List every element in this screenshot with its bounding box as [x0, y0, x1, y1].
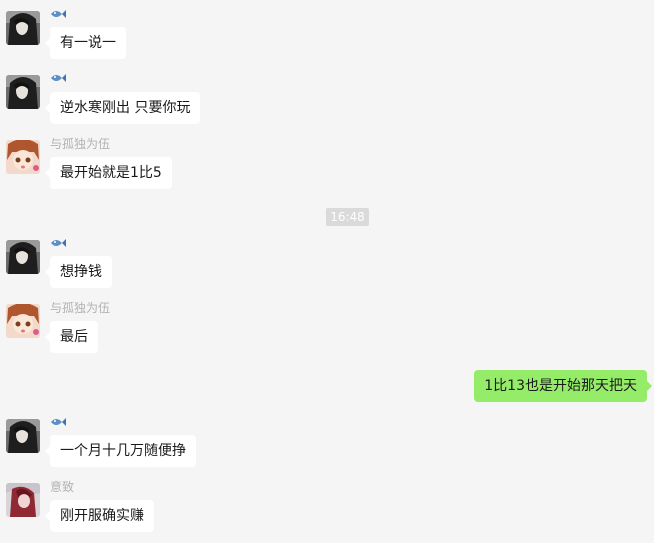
outgoing-message-bubble[interactable]: 1比13也是开始那天把天: [474, 370, 652, 402]
avatar[interactable]: [6, 240, 40, 274]
message-bubble[interactable]: 最后: [45, 321, 98, 353]
message-bubble[interactable]: 刚开服确实赚: [45, 500, 154, 532]
message-bubble[interactable]: 想挣钱: [45, 256, 112, 288]
sender-name: 与孤独为伍: [50, 137, 111, 151]
fish-icon: [50, 8, 66, 22]
timestamp: 16:48: [326, 208, 369, 226]
message-bubble[interactable]: 有一说一: [45, 27, 126, 59]
message-bubble[interactable]: 一个月十几万随便挣: [45, 435, 196, 467]
avatar[interactable]: [6, 419, 40, 453]
avatar[interactable]: [6, 75, 40, 109]
message-bubble[interactable]: 逆水寒刚出 只要你玩: [44, 92, 201, 124]
avatar[interactable]: [6, 11, 40, 45]
message-bubble[interactable]: 最开始就是1比5: [45, 157, 172, 189]
sender-name: 与孤独为伍: [50, 301, 111, 315]
fish-icon: [50, 416, 66, 430]
avatar[interactable]: [6, 304, 40, 338]
sender-name: 意致: [50, 480, 75, 494]
avatar[interactable]: [6, 140, 40, 174]
avatar[interactable]: [6, 483, 40, 517]
fish-icon: [50, 72, 66, 86]
fish-icon: [50, 237, 66, 251]
